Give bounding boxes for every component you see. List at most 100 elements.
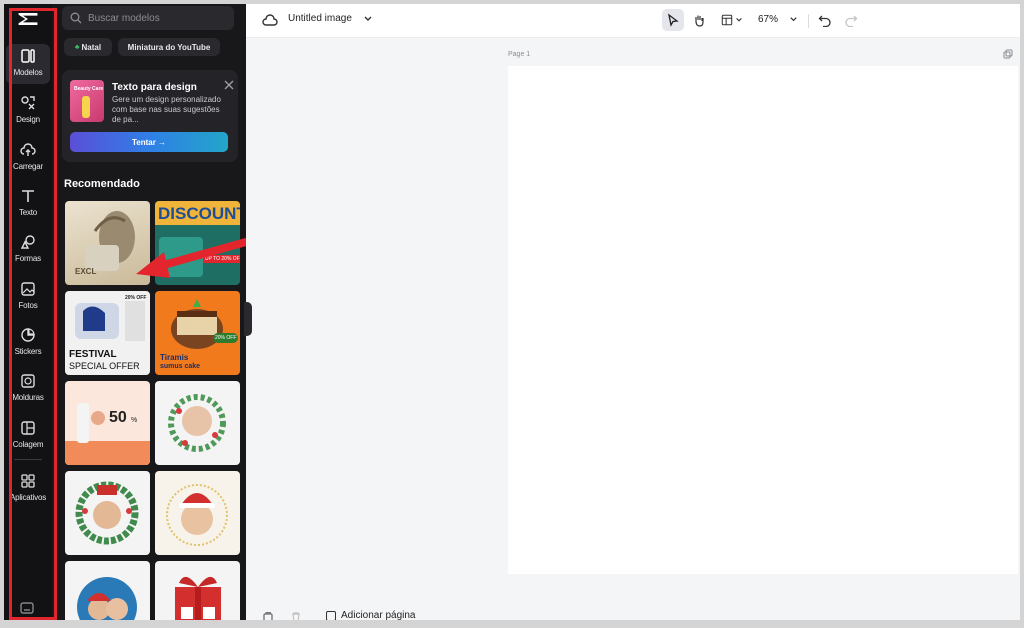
trash-icon[interactable] bbox=[290, 612, 302, 620]
template-card[interactable] bbox=[155, 381, 240, 465]
sidebar-item-label: Stickers bbox=[14, 347, 42, 356]
chip-miniatura-youtube[interactable]: Miniatura do YouTube bbox=[118, 38, 220, 56]
close-icon[interactable] bbox=[224, 80, 234, 90]
sidebar-item-label: Molduras bbox=[12, 393, 44, 402]
chip-label: Natal bbox=[81, 42, 102, 52]
sidebar-item-label: Colagem bbox=[12, 440, 44, 449]
template-card[interactable]: 50 % bbox=[65, 381, 150, 465]
text-to-design-promo: Beauty Care Texto para design Gere um de… bbox=[62, 70, 238, 162]
app-window: Modelos Design Carregar Texto Formas Fot… bbox=[4, 4, 1020, 620]
chip-label: Miniatura do YouTube bbox=[127, 42, 211, 52]
upload-cloud-icon bbox=[20, 143, 36, 156]
sidebar-item-label: Modelos bbox=[13, 68, 43, 77]
collapse-panel-handle[interactable] bbox=[244, 302, 252, 336]
template-card[interactable] bbox=[65, 471, 150, 555]
sidebar-item-label: Fotos bbox=[18, 301, 38, 310]
chevron-down-icon bbox=[736, 18, 742, 22]
promo-thumbnail: Beauty Care bbox=[70, 80, 104, 122]
text-icon bbox=[22, 190, 34, 202]
page-copy-icon[interactable] bbox=[1003, 49, 1013, 59]
undo-icon bbox=[818, 15, 831, 27]
hand-icon bbox=[695, 15, 704, 27]
template-text: 50 bbox=[109, 409, 127, 426]
template-card[interactable] bbox=[65, 561, 150, 620]
couple-illustration bbox=[77, 577, 137, 620]
frames-icon bbox=[21, 374, 35, 388]
sidebar-item-carregar[interactable]: Carregar bbox=[6, 138, 50, 178]
undo-button[interactable] bbox=[814, 9, 836, 31]
template-card[interactable]: 20% OFF FESTIVAL SPECIAL OFFER bbox=[65, 291, 150, 375]
gift-illustration bbox=[175, 576, 221, 620]
templates-panel: ♣ Natal Miniatura do YouTube Beauty Care… bbox=[52, 4, 246, 620]
sidebar-item-label: Texto bbox=[18, 208, 38, 217]
sidebar-item-design[interactable]: Design bbox=[6, 91, 50, 131]
toolbar-divider bbox=[808, 14, 809, 28]
zoom-level[interactable]: 67% bbox=[758, 14, 778, 25]
template-text: EXCL bbox=[75, 267, 97, 276]
annotation-arrow-icon bbox=[136, 238, 246, 278]
chevron-down-icon[interactable] bbox=[363, 14, 373, 24]
sidebar-item-molduras[interactable]: Molduras bbox=[6, 369, 50, 409]
templates-icon bbox=[21, 49, 35, 63]
search-input[interactable] bbox=[88, 12, 228, 24]
sidebar-item-texto[interactable]: Texto bbox=[6, 184, 50, 224]
icon-rail: Modelos Design Carregar Texto Formas Fot… bbox=[4, 4, 52, 620]
apps-icon bbox=[21, 474, 35, 488]
section-title-recomendado: Recomendado bbox=[64, 178, 140, 190]
sidebar-item-label: Formas bbox=[15, 254, 41, 263]
chevron-down-icon[interactable] bbox=[789, 15, 798, 24]
tree-icon: ♣ bbox=[74, 43, 80, 51]
hand-tool-button[interactable] bbox=[688, 9, 710, 31]
template-badge: 20% OFF bbox=[125, 295, 147, 301]
stickers-icon bbox=[21, 328, 35, 342]
template-subtext: SPECIAL OFFER bbox=[69, 361, 140, 371]
promo-description: Gere um design personalizado com base na… bbox=[112, 95, 221, 124]
cloud-save-icon[interactable] bbox=[262, 13, 278, 27]
editor-main: Untitled image 67% Page 1 Adicionar pági… bbox=[246, 4, 1020, 620]
shapes-icon bbox=[20, 235, 35, 249]
pointer-icon bbox=[668, 13, 679, 27]
capcut-logo-icon[interactable] bbox=[14, 8, 42, 30]
layout-icon bbox=[721, 14, 733, 26]
template-footer bbox=[65, 441, 150, 465]
sidebar-item-formas[interactable]: Formas bbox=[6, 230, 50, 270]
layers-icon[interactable] bbox=[262, 612, 274, 620]
search-box[interactable] bbox=[62, 6, 234, 30]
layout-button[interactable] bbox=[716, 9, 748, 31]
add-page-button[interactable]: Adicionar página bbox=[326, 610, 416, 620]
add-page-icon bbox=[326, 610, 336, 620]
sidebar-item-label: Design bbox=[16, 115, 40, 124]
redo-button[interactable] bbox=[840, 9, 862, 31]
promo-thumb-text: Beauty Care bbox=[74, 86, 104, 92]
select-tool-button[interactable] bbox=[662, 9, 684, 31]
sidebar-item-stickers[interactable]: Stickers bbox=[6, 323, 50, 363]
bottle-shape bbox=[77, 403, 89, 443]
template-subtext: % bbox=[131, 417, 138, 424]
template-badge: 20% OFF bbox=[213, 333, 239, 343]
sidebar-item-aplicativos[interactable]: Aplicativos bbox=[6, 469, 50, 509]
top-toolbar: Untitled image 67% bbox=[246, 4, 1020, 38]
sidebar-item-modelos[interactable]: Modelos bbox=[6, 44, 50, 84]
redo-icon bbox=[845, 15, 858, 27]
canvas-page[interactable] bbox=[508, 66, 1018, 574]
template-subtext: sumus cake bbox=[160, 363, 201, 370]
template-card[interactable] bbox=[155, 471, 240, 555]
promo-title: Texto para design bbox=[112, 82, 197, 93]
design-icon bbox=[21, 96, 35, 110]
template-text: FESTIVAL bbox=[69, 349, 117, 360]
sidebar-item-label: Aplicativos bbox=[9, 493, 47, 502]
try-button[interactable]: Tentar → bbox=[70, 132, 228, 152]
page-label: Page 1 bbox=[508, 51, 531, 58]
template-card[interactable] bbox=[155, 561, 240, 620]
chip-natal[interactable]: ♣ Natal bbox=[64, 38, 112, 56]
sidebar-item-label: Carregar bbox=[13, 162, 43, 171]
wreath-illustration bbox=[168, 394, 226, 452]
lipstick-shape bbox=[82, 96, 90, 118]
document-title[interactable]: Untitled image bbox=[288, 13, 352, 24]
sidebar-item-colagem[interactable]: Colagem bbox=[6, 416, 50, 456]
add-page-label: Adicionar página bbox=[341, 610, 416, 620]
template-card[interactable]: 20% OFF Tiramis sumus cake bbox=[155, 291, 240, 375]
sidebar-item-fotos[interactable]: Fotos bbox=[6, 277, 50, 317]
wreath-illustration bbox=[75, 481, 139, 545]
keyboard-icon[interactable] bbox=[20, 602, 34, 614]
